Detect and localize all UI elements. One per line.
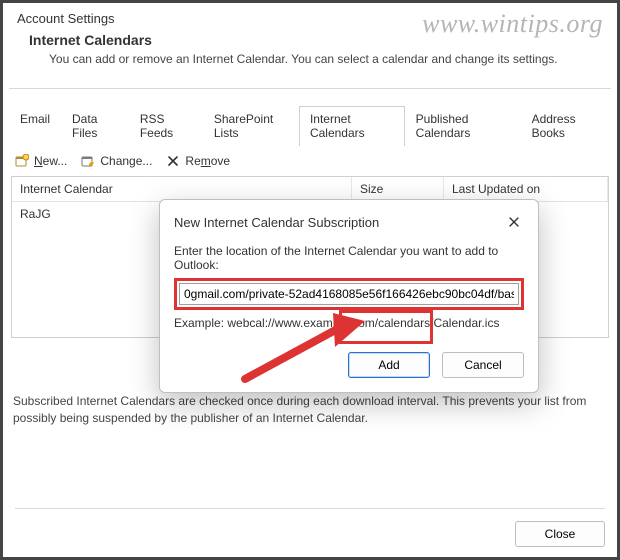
column-name[interactable]: Internet Calendar [12,177,352,201]
tab-internet-calendars[interactable]: Internet Calendars [299,106,405,146]
new-calendar-dialog: New Internet Calendar Subscription Enter… [159,199,539,393]
calendar-change-icon [81,154,95,168]
change-button[interactable]: Change... [81,154,152,168]
close-button[interactable]: Close [515,521,605,547]
tabs-bar: Email Data Files RSS Feeds SharePoint Li… [9,105,611,145]
toolbar: New... Change... Remove [3,146,617,176]
dialog-actions: Add Cancel [160,344,538,392]
add-button[interactable]: Add [348,352,430,378]
calendar-new-icon [15,154,29,168]
tab-data-files[interactable]: Data Files [61,106,129,146]
divider-bottom [15,508,605,509]
window-header: Account Settings Internet Calendars You … [3,3,617,88]
window-title: Account Settings [17,11,603,26]
dialog-prompt: Enter the location of the Internet Calen… [174,244,524,272]
footer-note: Subscribed Internet Calendars are checke… [13,393,607,427]
column-updated[interactable]: Last Updated on [444,177,608,201]
calendar-url-input[interactable] [179,283,519,305]
change-label: Change... [100,154,152,168]
tab-rss-feeds[interactable]: RSS Feeds [129,106,203,146]
dialog-close-button[interactable] [502,210,526,234]
dialog-titlebar: New Internet Calendar Subscription [160,200,538,244]
new-button[interactable]: New... [15,154,67,168]
column-size[interactable]: Size [352,177,444,201]
cancel-button[interactable]: Cancel [442,352,524,378]
divider [9,88,611,89]
example-text: Example: webcal://www.example.com/calend… [174,316,524,330]
close-icon [507,215,521,229]
dialog-body: Enter the location of the Internet Calen… [160,244,538,344]
url-highlight-box [174,278,524,310]
tab-published-calendars[interactable]: Published Calendars [405,106,521,146]
close-row: Close [515,521,605,547]
tab-address-books[interactable]: Address Books [521,106,611,146]
section-description: You can add or remove an Internet Calend… [17,50,603,74]
dialog-title: New Internet Calendar Subscription [174,215,379,230]
new-label: New... [34,154,67,168]
section-title: Internet Calendars [17,26,603,50]
remove-button[interactable]: Remove [166,154,230,168]
remove-icon [166,154,180,168]
tab-sharepoint-lists[interactable]: SharePoint Lists [203,106,299,146]
tab-email[interactable]: Email [9,106,61,146]
remove-label: Remove [185,154,230,168]
